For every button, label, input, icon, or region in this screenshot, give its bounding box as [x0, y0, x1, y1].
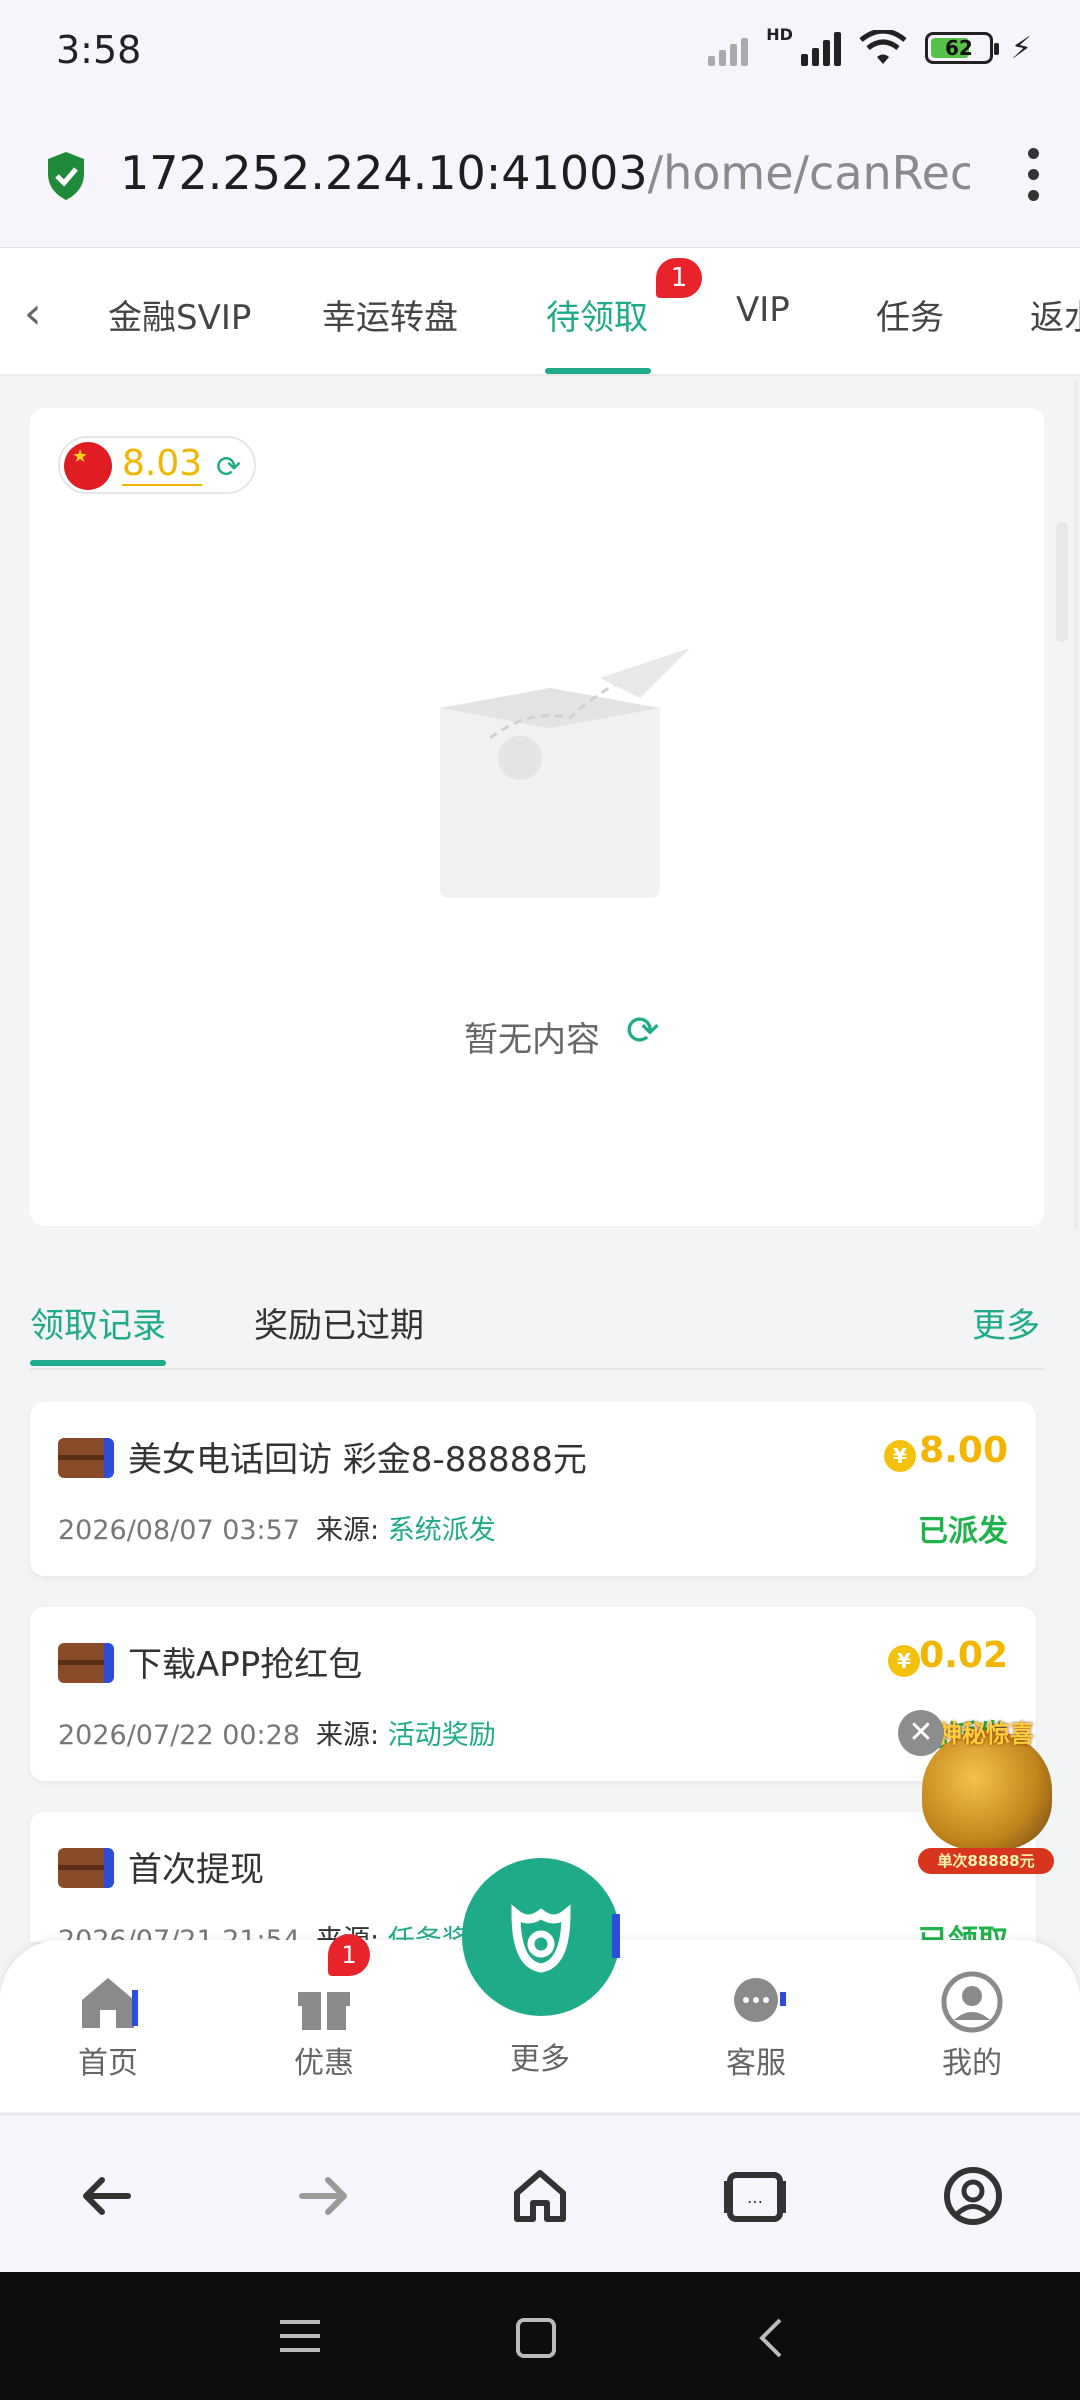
record-amount: 0.02: [919, 1635, 1008, 1676]
home-browser-icon[interactable]: [505, 2161, 575, 2231]
nav-home[interactable]: 首页: [48, 1970, 168, 2082]
nav-profile[interactable]: 我的: [912, 1970, 1032, 2082]
nav-profile-label: 我的: [942, 2046, 1002, 2081]
more-link[interactable]: 更多: [972, 1298, 1040, 1347]
record-source: 活动奖励: [387, 1720, 496, 1751]
nav-support[interactable]: 客服: [696, 1970, 816, 2082]
record-tabs: 领取记录 奖励已过期 更多: [0, 1280, 1080, 1370]
tab-vip[interactable]: VIP: [736, 290, 790, 330]
tab-claim-records[interactable]: 领取记录: [30, 1298, 166, 1347]
nav-home-label: 首页: [78, 2046, 138, 2081]
scroll-track: [1074, 380, 1078, 1230]
more-icon: [511, 1904, 620, 1973]
promo-title: 神秘惊喜: [938, 1720, 1034, 1748]
refresh-icon[interactable]: ⟳: [626, 1008, 660, 1054]
tab-lucky-wheel[interactable]: 幸运转盘: [322, 290, 458, 339]
forward-arrow-icon[interactable]: [288, 2161, 358, 2231]
treasure-chest-icon: [58, 1438, 114, 1478]
recent-apps-icon[interactable]: [276, 2316, 324, 2356]
system-back-icon[interactable]: [752, 2316, 792, 2360]
svg-text:…: …: [747, 2188, 763, 2207]
balance-value: 8.03: [122, 443, 203, 486]
status-time: 3:58: [56, 28, 142, 72]
record-item[interactable]: 美女电话回访 彩金8-88888元 2026/08/07 03:57 来源: 系统…: [30, 1402, 1036, 1576]
pending-rewards-card: ★ 8.03 ⟳ 暂无内容 ⟳: [30, 408, 1044, 1226]
nav-more-button[interactable]: [462, 1858, 620, 2016]
tab-tasks[interactable]: 任务: [876, 290, 944, 339]
nav-more-label: 更多: [510, 2042, 570, 2077]
url-host: 172.252.224.10:41003: [120, 146, 648, 200]
record-title: 首次提现: [128, 1850, 264, 1890]
close-icon[interactable]: ✕: [898, 1710, 944, 1756]
signal-icon-2: [800, 30, 841, 66]
gift-icon: [292, 1970, 356, 2034]
refresh-balance-icon[interactable]: ⟳: [216, 450, 241, 485]
browser-toolbar: …: [0, 2114, 1080, 2272]
balance-pill[interactable]: ★ 8.03 ⟳: [58, 436, 256, 494]
record-date: 2026/07/22 00:28: [58, 1720, 301, 1751]
nav-promotions[interactable]: 优惠: [264, 1970, 384, 2082]
treasure-chest-icon: [58, 1643, 114, 1683]
record-source-label: 来源:: [316, 1720, 380, 1751]
record-status: 已领取: [918, 1924, 1008, 1942]
record-status: 已派发: [918, 1514, 1008, 1549]
hd-label: HD: [766, 24, 793, 44]
tab-svip[interactable]: 金融SVIP: [108, 290, 251, 339]
home-icon: [76, 1970, 140, 2034]
record-amount: 8.00: [919, 1430, 1008, 1471]
nav-support-label: 客服: [726, 2046, 786, 2081]
record-title: 美女电话回访 彩金8-88888元: [128, 1440, 587, 1480]
empty-box-icon: [440, 648, 690, 898]
record-title: 下载APP抢红包: [128, 1645, 363, 1685]
record-meta: 2026/08/07 03:57 来源: 系统派发: [58, 1508, 496, 1547]
browser-menu-icon[interactable]: [1026, 148, 1040, 201]
system-home-icon[interactable]: [514, 2316, 558, 2360]
scrollbar-thumb[interactable]: [1056, 522, 1068, 642]
account-icon[interactable]: [938, 2161, 1008, 2231]
record-date: 2026/08/07 03:57: [58, 1515, 301, 1546]
system-nav-bar: [0, 2272, 1080, 2400]
active-tab-indicator: [545, 368, 651, 374]
tab-rebate[interactable]: 返水: [1030, 290, 1080, 339]
tab-pending[interactable]: 待领取: [546, 290, 648, 339]
status-bar: 3:58 HD 62 ⚡: [0, 0, 1080, 110]
chevron-left-icon[interactable]: ‹: [24, 288, 42, 339]
record-item[interactable]: 下载APP抢红包 2026/07/22 00:28 来源: 活动奖励 ¥ 0.02…: [30, 1607, 1036, 1781]
coin-icon: ¥: [884, 1440, 916, 1472]
secure-shield-icon: [48, 152, 84, 200]
promo-widget[interactable]: 神秘惊喜 单次88888元 ✕: [898, 1700, 1058, 1880]
nav-promotions-label: 优惠: [294, 2046, 354, 2081]
record-meta: 2026/07/21 21:54来源: 任务奖励: [58, 1918, 496, 1942]
promo-label: 单次88888元: [918, 1848, 1054, 1874]
treasure-chest-icon: [58, 1848, 114, 1888]
record-tab-indicator: [30, 1360, 166, 1366]
support-icon: [724, 1970, 788, 2034]
coin-icon: ¥: [888, 1645, 920, 1677]
tabs-icon[interactable]: …: [720, 2161, 790, 2231]
wifi-icon: [859, 30, 907, 64]
china-flag-icon: ★: [64, 442, 112, 490]
charging-icon: ⚡: [1010, 30, 1032, 66]
url-path: /home/canReceiv: [647, 146, 970, 200]
signal-icon: [708, 30, 749, 66]
divider: [30, 1368, 1044, 1370]
tab-badge: 1: [656, 258, 702, 298]
url-field[interactable]: 172.252.224.10:41003/home/canReceiv: [120, 146, 970, 200]
nav-badge: 1: [328, 1934, 370, 1976]
profile-icon: [940, 1970, 1004, 2034]
record-source: 系统派发: [387, 1515, 496, 1546]
back-arrow-icon[interactable]: [72, 2161, 142, 2231]
category-tabs: ‹ 金融SVIP 幸运转盘 待领取 VIP 任务 返水: [0, 248, 1080, 376]
address-bar[interactable]: 172.252.224.10:41003/home/canReceiv: [0, 110, 1080, 248]
status-icons: HD 62 ⚡: [708, 25, 1032, 66]
record-meta: 2026/07/22 00:28 来源: 活动奖励: [58, 1713, 496, 1752]
record-source-label: 来源:: [316, 1515, 380, 1546]
empty-state-text: 暂无内容: [464, 1020, 600, 1060]
battery-icon: 62: [924, 32, 999, 64]
tab-expired-rewards[interactable]: 奖励已过期: [254, 1298, 424, 1347]
